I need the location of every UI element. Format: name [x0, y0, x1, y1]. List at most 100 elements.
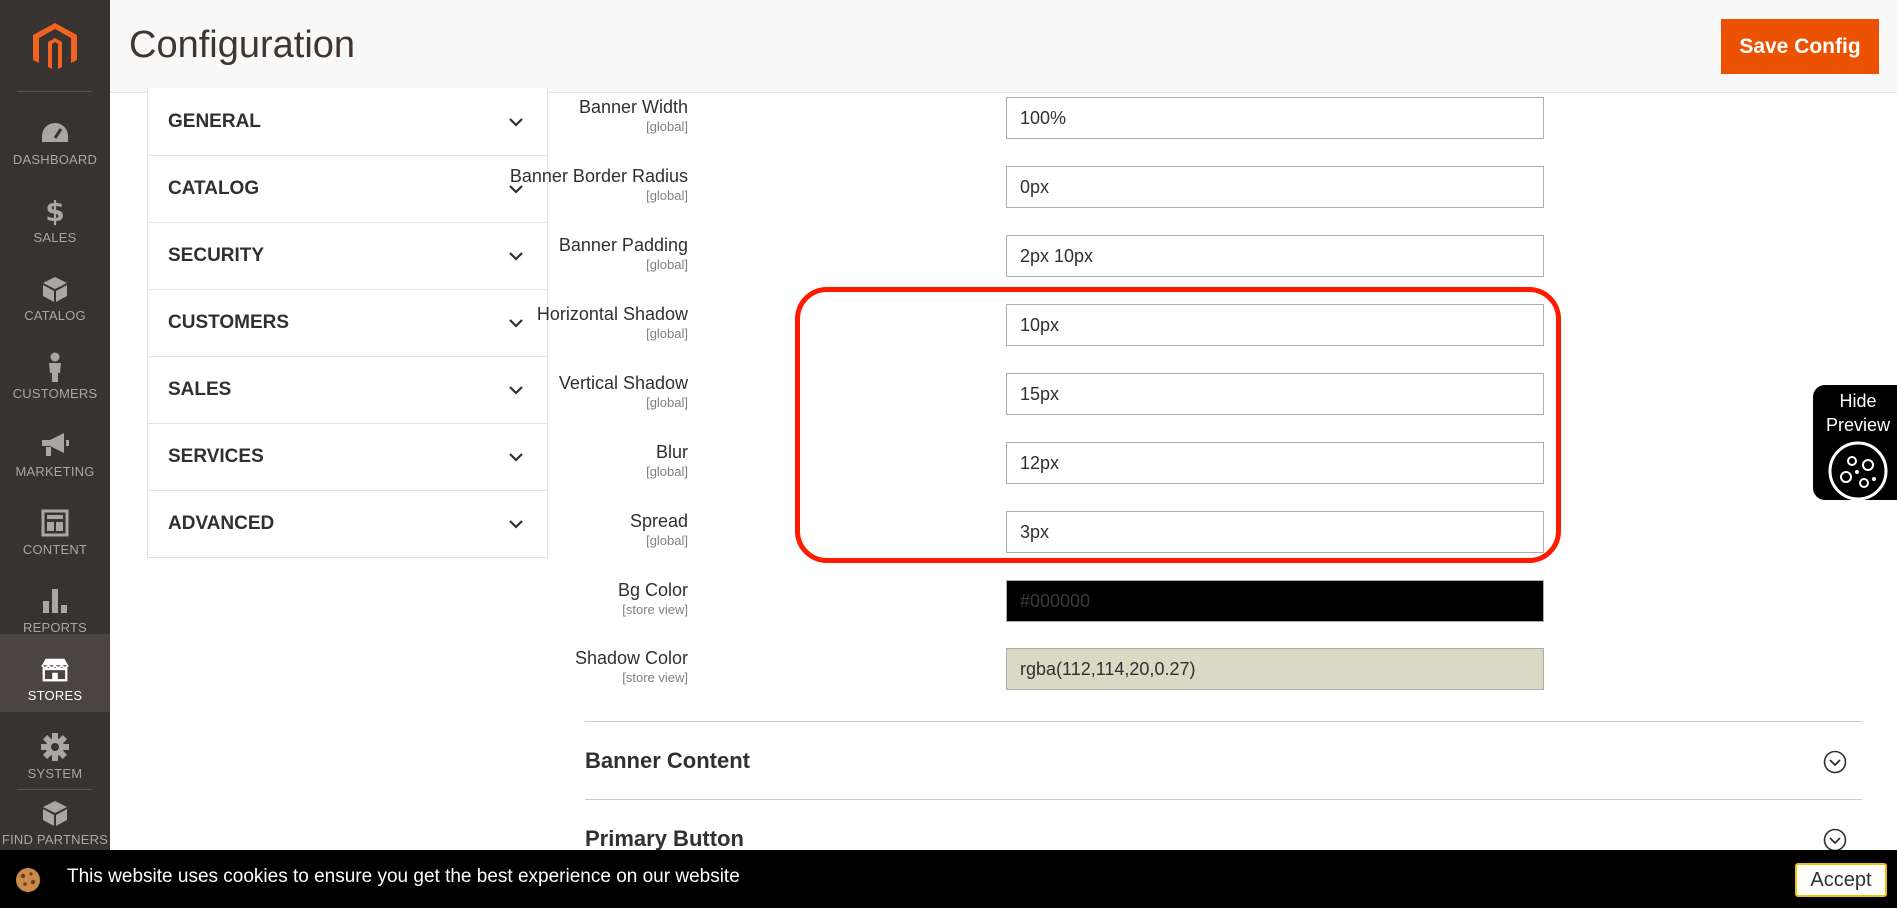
scope-label: [global]: [646, 257, 688, 272]
section-title: Banner Content: [585, 748, 750, 773]
admin-sidebar: DASHBOARD $ SALES CATALOG CUSTOMERS MARK…: [0, 0, 110, 908]
bar-chart-icon: [40, 586, 70, 616]
nav-label: SYSTEM: [27, 766, 83, 781]
field-label: Shadow Color [store view]: [428, 648, 688, 685]
field-banner-padding: Banner Padding [global]: [559, 235, 1545, 285]
horizontal-shadow-input[interactable]: [1006, 304, 1544, 346]
nav-item-stores[interactable]: STORES: [0, 634, 110, 712]
tab-label: GENERAL: [168, 110, 261, 132]
vertical-shadow-input[interactable]: [1006, 373, 1544, 415]
logo-divider: [17, 91, 92, 92]
nav-label: CONTENT: [22, 542, 88, 557]
scope-label: [global]: [646, 395, 688, 410]
bg-color-input[interactable]: [1006, 580, 1544, 622]
nav-item-reports[interactable]: REPORTS: [0, 566, 110, 644]
section-banner-content[interactable]: Banner Content: [585, 721, 1862, 799]
field-bg-color: Bg Color [store view]: [618, 580, 1545, 630]
banner-border-radius-input[interactable]: [1006, 166, 1544, 208]
field-label: Banner Border Radius [global]: [428, 166, 688, 203]
shadow-color-input[interactable]: [1006, 648, 1544, 690]
cookie-message: This website uses cookies to ensure you …: [67, 866, 740, 887]
banner-padding-input[interactable]: [1006, 235, 1544, 277]
nav-label: STORES: [27, 688, 83, 703]
field-label: Spread [global]: [428, 511, 688, 548]
field-shadow-color: Shadow Color [store view]: [575, 648, 1545, 698]
hide-preview-button[interactable]: Hide Preview: [1813, 385, 1897, 501]
label-text: Spread: [629, 511, 688, 531]
tab-label: SECURITY: [168, 245, 265, 266]
nav-label: FIND PARTNERS: [1, 832, 109, 847]
field-horizontal-shadow: Horizontal Shadow [global]: [537, 304, 1545, 354]
expand-circle-icon: [1823, 828, 1847, 852]
nav-label: CUSTOMERS: [12, 386, 98, 401]
nav-item-system[interactable]: SYSTEM: [0, 712, 110, 790]
cookie-icon: [16, 868, 40, 892]
label-text: Vertical Shadow: [558, 373, 688, 393]
scope-label: [global]: [646, 326, 688, 341]
section-title: Primary Button: [585, 826, 744, 851]
field-label: Bg Color [store view]: [428, 580, 688, 617]
cookie-banner: This website uses cookies to ensure you …: [0, 850, 1897, 908]
save-config-button[interactable]: Save Config: [1721, 19, 1879, 74]
field-label: Blur [global]: [428, 442, 688, 479]
page-title: Configuration: [129, 24, 356, 66]
label-text: Banner Padding: [558, 235, 688, 255]
label-text: Banner Width: [578, 97, 688, 117]
scope-label: [store view]: [622, 602, 688, 617]
field-banner-border-radius: Banner Border Radius [global]: [510, 166, 1545, 216]
layout-icon: [40, 508, 70, 538]
scope-label: [global]: [646, 188, 688, 203]
nav-label: CATALOG: [24, 308, 86, 323]
nav-item-marketing[interactable]: MARKETING: [0, 410, 110, 488]
accept-cookies-button[interactable]: Accept: [1795, 863, 1887, 897]
nav-label: SALES: [33, 230, 77, 245]
nav-item-dashboard[interactable]: DASHBOARD: [0, 98, 110, 176]
label-text: Banner Border Radius: [509, 166, 688, 186]
box-icon: [40, 274, 70, 304]
expand-circle-icon: [1823, 750, 1847, 774]
nav-item-customers[interactable]: CUSTOMERS: [0, 332, 110, 410]
nav-item-catalog[interactable]: CATALOG: [0, 254, 110, 332]
megaphone-icon: [40, 430, 70, 460]
tab-label: SERVICES: [168, 446, 264, 467]
nav-label: DASHBOARD: [12, 152, 98, 167]
preview-line-1: Hide: [1839, 391, 1877, 411]
label-text: Blur: [655, 442, 688, 462]
tab-label: CATALOG: [168, 178, 260, 199]
label-text: Bg Color: [617, 580, 688, 600]
field-spread: Spread [global]: [630, 511, 1545, 561]
scope-label: [global]: [646, 533, 688, 548]
spread-input[interactable]: [1006, 511, 1544, 553]
scope-label: [store view]: [622, 670, 688, 685]
label-text: Horizontal Shadow: [536, 304, 688, 324]
label-text: Shadow Color: [574, 648, 688, 668]
nav-item-content[interactable]: CONTENT: [0, 488, 110, 566]
page-header: Configuration Save Config: [110, 0, 1897, 93]
gear-icon: [40, 732, 70, 762]
preview-label: Hide Preview: [1813, 385, 1897, 437]
field-label: Banner Width [global]: [428, 97, 688, 134]
field-vertical-shadow: Vertical Shadow [global]: [559, 373, 1545, 423]
magento-logo-icon[interactable]: [31, 22, 79, 72]
field-label: Vertical Shadow [global]: [428, 373, 688, 410]
dollar-icon: $: [40, 196, 70, 226]
tab-label: CUSTOMERS: [168, 312, 290, 333]
storefront-icon: [40, 654, 70, 684]
cookie-outline-icon: [1828, 441, 1888, 501]
tab-label: ADVANCED: [168, 513, 275, 534]
person-icon: [40, 352, 70, 382]
nav-label: REPORTS: [22, 620, 87, 635]
field-blur: Blur [global]: [646, 442, 1545, 492]
field-label: Banner Padding [global]: [428, 235, 688, 272]
dashboard-icon: [40, 118, 70, 148]
nav-item-sales[interactable]: $ SALES: [0, 176, 110, 254]
partners-box-icon: [40, 798, 70, 828]
banner-width-input[interactable]: [1006, 97, 1544, 139]
scope-label: [global]: [646, 119, 688, 134]
scope-label: [global]: [646, 464, 688, 479]
svg-text:$: $: [45, 196, 64, 226]
field-banner-width: Banner Width [global]: [579, 97, 1545, 147]
blur-input[interactable]: [1006, 442, 1544, 484]
tab-label: SALES: [168, 379, 232, 400]
field-label: Horizontal Shadow [global]: [428, 304, 688, 341]
